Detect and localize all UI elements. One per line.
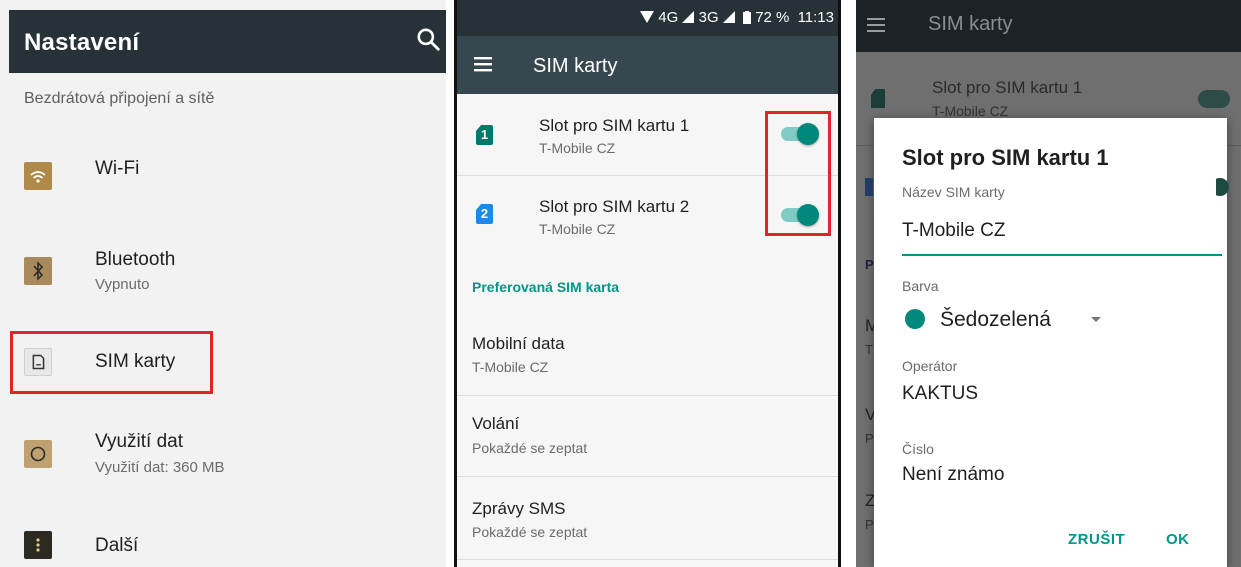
preferred-sim-header: Preferovaná SIM karta <box>472 279 620 295</box>
bluetooth-icon <box>24 257 52 285</box>
pref-sub: Pokaždé se zeptat <box>472 524 588 540</box>
settings-item-label: Wi-Fi <box>95 158 140 179</box>
settings-item-label: Bluetooth <box>95 249 176 270</box>
color-swatch <box>905 309 925 329</box>
sim-edit-panel: SIM karty Slot pro SIM kartu 1 T-Mobile … <box>856 0 1241 567</box>
settings-item-sub: Využití dat: 360 MB <box>95 459 225 476</box>
signal-icon <box>682 11 695 23</box>
network-label: 4G <box>658 9 679 26</box>
sim-slot-sub: T-Mobile CZ <box>539 221 616 237</box>
pref-sms[interactable]: Zprávy SMS Pokaždé se zeptat <box>457 477 838 560</box>
number-value: Není známo <box>902 464 1005 485</box>
settings-item-label: Další <box>95 535 139 556</box>
pref-title: Mobilní data <box>472 334 565 353</box>
sim-slot-title: Slot pro SIM kartu 1 <box>539 116 690 135</box>
page-title: Nastavení <box>24 29 140 56</box>
network-label-2: 3G <box>698 9 719 26</box>
menu-icon[interactable] <box>472 54 496 74</box>
sim-slot-title: Slot pro SIM kartu 2 <box>539 197 690 216</box>
sim-name-input[interactable]: T-Mobile CZ <box>902 216 1222 256</box>
toggle-dimmed-partial <box>1216 178 1229 196</box>
sim-slot-sub: T-Mobile CZ <box>539 140 616 156</box>
operator-value: KAKTUS <box>902 383 979 404</box>
sim-2-icon: 2 <box>476 204 493 224</box>
operator-label: Operátor <box>902 358 958 374</box>
settings-item-bluetooth[interactable]: Bluetooth Vypnuto <box>0 235 446 310</box>
pref-sub: T-Mobile CZ <box>472 359 549 375</box>
clock: 11:13 <box>797 9 834 26</box>
cancel-button[interactable]: ZRUŠIT <box>1068 531 1125 548</box>
pref-title: Volání <box>472 414 520 433</box>
settings-item-data-usage[interactable]: Využití dat Využití dat: 360 MB <box>0 415 446 490</box>
chevron-down-icon <box>1091 317 1101 322</box>
settings-panel: Nastavení Bezdrátová připojení a sítě Wi… <box>0 0 446 567</box>
bg-letter: P <box>865 431 874 446</box>
page-title: SIM karty <box>533 55 618 77</box>
sim-2-icon <box>865 178 873 196</box>
settings-item-wifi[interactable]: Wi-Fi <box>0 140 446 215</box>
pref-title: Zprávy SMS <box>472 499 566 518</box>
menu-icon <box>867 18 885 32</box>
settings-item-sub: Vypnuto <box>95 276 150 293</box>
number-label: Číslo <box>902 441 934 457</box>
color-value: Šedozelená <box>940 308 1051 331</box>
ok-button[interactable]: OK <box>1166 531 1190 548</box>
status-indicators: 4G 3G 72 % 11:13 <box>640 9 834 26</box>
highlight-box <box>765 111 831 236</box>
sim-toolbar: SIM karty <box>457 36 838 94</box>
sim-1-icon <box>871 89 885 108</box>
sim-edit-dialog: Slot pro SIM kartu 1 Název SIM karty T-M… <box>874 118 1227 567</box>
more-icon <box>24 531 52 559</box>
pref-sub: Pokaždé se zeptat <box>472 440 588 456</box>
sim-slot-sub-dimmed: T-Mobile CZ <box>932 103 1009 119</box>
dialog-title: Slot pro SIM kartu 1 <box>902 145 1109 170</box>
highlight-box <box>10 331 213 394</box>
signal-icon-2 <box>722 11 735 23</box>
sim-name-value: T-Mobile CZ <box>902 220 1006 241</box>
search-icon[interactable] <box>415 26 441 52</box>
toggle-dimmed <box>1198 90 1230 108</box>
section-header-wireless: Bezdrátová připojení a sítě <box>24 90 215 107</box>
battery-percent: 72 % <box>755 9 790 26</box>
color-label: Barva <box>902 278 939 294</box>
sim-name-label: Název SIM karty <box>902 184 1005 200</box>
sim-slot-title-dimmed: Slot pro SIM kartu 1 <box>932 78 1083 97</box>
data-usage-icon <box>24 440 52 468</box>
battery-icon <box>743 11 752 24</box>
bg-letter: P <box>865 517 874 532</box>
wifi-signal-icon <box>640 11 655 23</box>
pref-calls[interactable]: Volání Pokaždé se zeptat <box>457 396 838 477</box>
settings-toolbar: Nastavení <box>9 10 446 73</box>
bg-letter: T <box>865 342 873 357</box>
wifi-icon <box>24 162 52 190</box>
bg-letter: P <box>865 257 874 272</box>
sim-1-icon: 1 <box>476 125 493 145</box>
sim-cards-panel: 4G 3G 72 % 11:13 SIM karty 1 Slot pro SI… <box>454 0 841 567</box>
sim-toolbar-dimmed: SIM karty <box>856 0 1241 52</box>
settings-item-label: Využití dat <box>95 431 184 452</box>
status-bar: 4G 3G 72 % 11:13 <box>457 0 838 36</box>
page-title: SIM karty <box>928 13 1013 35</box>
settings-item-more[interactable]: Další <box>0 510 446 567</box>
pref-mobile-data[interactable]: Mobilní data T-Mobile CZ <box>457 316 838 396</box>
